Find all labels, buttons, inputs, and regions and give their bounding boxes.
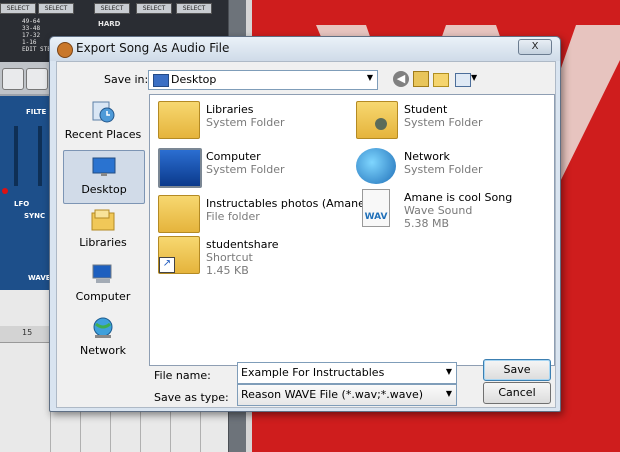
desktop-icon xyxy=(92,157,116,176)
file-name: Libraries xyxy=(206,103,254,116)
chevron-down-icon[interactable]: ▼ xyxy=(446,367,452,376)
file-name-input[interactable] xyxy=(238,363,431,381)
place-label: Desktop xyxy=(81,183,127,196)
file-type: File folder xyxy=(206,210,260,223)
file-name-field[interactable]: ▼ xyxy=(237,362,457,384)
fader[interactable] xyxy=(14,126,18,186)
dialog-title: Export Song As Audio File xyxy=(76,41,230,55)
places-bar: Recent Places Desktop Libraries Computer… xyxy=(63,96,145,360)
place-desktop[interactable]: Desktop xyxy=(63,150,145,204)
save-in-dropdown[interactable]: Desktop ▼ xyxy=(148,70,378,90)
dialog-titlebar[interactable]: Export Song As Audio File X xyxy=(50,37,560,61)
list-item-libraries[interactable]: Libraries System Folder xyxy=(154,99,352,143)
file-name: Student xyxy=(404,103,448,116)
libraries-icon xyxy=(91,209,115,231)
place-label: Libraries xyxy=(79,236,127,249)
up-folder-icon[interactable] xyxy=(413,71,429,87)
save-as-type-label: Save as type: xyxy=(154,391,229,404)
file-type: Wave Sound xyxy=(404,204,473,217)
file-type: System Folder xyxy=(206,116,285,129)
fader[interactable] xyxy=(38,126,42,186)
hard-label: HARD xyxy=(98,20,121,28)
bar-number: 15 xyxy=(22,328,33,337)
list-item-amane-song[interactable]: WAV Amane is cool Song Wave Sound 5.38 M… xyxy=(352,187,550,231)
place-label: Computer xyxy=(75,290,131,303)
chevron-down-icon: ▼ xyxy=(445,389,452,398)
file-type: System Folder xyxy=(404,163,483,176)
place-label: Network xyxy=(80,344,126,357)
file-size: 5.38 MB xyxy=(404,217,450,230)
file-name-label: File name: xyxy=(154,369,211,382)
save-as-type-value: Reason WAVE File (*.wav;*.wave) xyxy=(241,388,424,401)
select-button[interactable]: SELECT xyxy=(38,3,74,14)
select-button[interactable]: SELECT xyxy=(176,3,212,14)
select-button[interactable]: SELECT xyxy=(0,3,36,14)
list-item-student[interactable]: Student System Folder xyxy=(352,99,550,143)
recent-places-icon xyxy=(92,101,115,123)
shortcut-folder-icon: ↗ xyxy=(158,236,200,274)
save-as-type-dropdown[interactable]: Reason WAVE File (*.wav;*.wave) ▼ xyxy=(237,384,457,406)
lfo-label: LFO xyxy=(14,200,30,208)
file-type: System Folder xyxy=(404,116,483,129)
select-button[interactable]: SELECT xyxy=(136,3,172,14)
file-name: Instructables photos (Amane) xyxy=(206,197,370,210)
file-name: Network xyxy=(404,150,450,163)
pad-button[interactable] xyxy=(2,68,24,90)
filter-label: FILTE xyxy=(26,108,47,116)
save-button[interactable]: Save xyxy=(483,359,551,381)
computer-icon xyxy=(158,148,202,188)
list-item-instructables-photos[interactable]: Instructables photos (Amane) File folder xyxy=(154,193,369,237)
wave-label: WAVE xyxy=(28,274,51,282)
desktop-icon xyxy=(153,74,169,87)
wav-file-icon: WAV xyxy=(362,189,390,227)
sync-label: SYNC xyxy=(24,212,46,220)
place-computer[interactable]: Computer xyxy=(63,258,143,310)
back-arrow-icon[interactable]: ◀ xyxy=(393,71,409,87)
network-globe-icon xyxy=(356,148,396,184)
led-indicator xyxy=(2,188,8,194)
list-item-studentshare[interactable]: ↗ studentshare Shortcut 1.45 KB xyxy=(154,234,352,278)
folder-icon xyxy=(158,195,200,233)
view-menu-icon[interactable] xyxy=(455,73,471,87)
dialog-body: Save in: Desktop ▼ ◀ ▼ Recent Places Des… xyxy=(56,61,556,408)
file-name: Amane is cool Song xyxy=(404,191,513,204)
file-type: System Folder xyxy=(206,163,285,176)
new-folder-icon[interactable] xyxy=(433,73,449,87)
chevron-down-icon: ▼ xyxy=(366,73,373,82)
chevron-down-icon[interactable]: ▼ xyxy=(471,73,477,82)
close-button[interactable]: X xyxy=(518,39,552,55)
select-button[interactable]: SELECT xyxy=(94,3,130,14)
network-icon xyxy=(93,317,113,338)
file-name: studentshare xyxy=(206,238,279,251)
place-libraries[interactable]: Libraries xyxy=(63,204,143,256)
place-label: Recent Places xyxy=(64,128,142,141)
file-name: Computer xyxy=(206,150,261,163)
save-in-value: Desktop xyxy=(171,73,217,86)
place-network[interactable]: Network xyxy=(63,312,143,364)
reason-app-icon xyxy=(57,42,73,58)
place-recent-places[interactable]: Recent Places xyxy=(63,96,143,148)
file-size: 1.45 KB xyxy=(206,264,249,277)
file-list[interactable]: Libraries System Folder Student System F… xyxy=(149,94,555,366)
pad-button[interactable] xyxy=(26,68,48,90)
list-item-computer[interactable]: Computer System Folder xyxy=(154,146,352,190)
file-type: Shortcut xyxy=(206,251,253,264)
save-in-label: Save in: xyxy=(104,73,149,86)
cancel-button[interactable]: Cancel xyxy=(483,382,551,404)
list-item-network[interactable]: Network System Folder xyxy=(352,146,550,190)
user-folder-icon xyxy=(356,101,398,139)
computer-icon xyxy=(92,264,112,283)
libraries-folder-icon xyxy=(158,101,200,139)
export-dialog: Export Song As Audio File X Save in: Des… xyxy=(49,36,561,412)
